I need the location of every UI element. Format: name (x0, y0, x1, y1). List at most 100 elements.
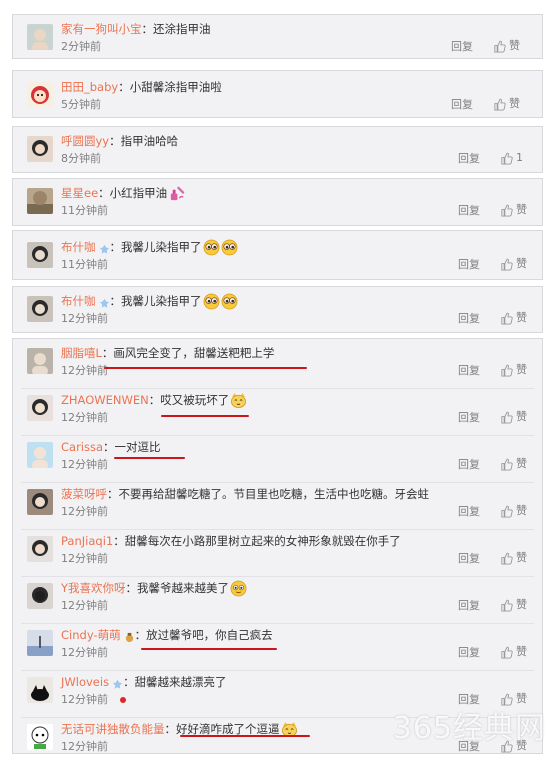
thumbs-up-icon (501, 505, 513, 518)
reply-button[interactable]: 回复 (458, 257, 480, 273)
like-count: 赞 (509, 39, 520, 52)
avatar[interactable] (27, 442, 53, 468)
timestamp: 12分钟前 (61, 411, 108, 424)
comment-line: 布什咖 ： 我馨儿染指甲了 (61, 292, 238, 310)
avatar[interactable] (27, 489, 53, 515)
comment-item: PanJiaqi1 ： 甜馨每次在小路那里树立起来的女神形象就毁在你手了 12分… (13, 527, 542, 577)
avatar[interactable] (27, 136, 53, 162)
thumbs-up-icon (501, 411, 513, 424)
highlight-underline (114, 457, 185, 459)
colon: ： (109, 294, 122, 308)
comment-line: Cindy-萌萌 ： 放过馨爷吧，你自己疯去 (61, 626, 273, 644)
comment-line: Y我喜欢你呀 ： 我馨爷越来越美了 (61, 579, 247, 597)
username-link[interactable]: JWloveis (61, 673, 109, 691)
comment-text: 画风完全变了，甜馨送粑粑上学 (113, 346, 275, 360)
username-link[interactable]: 无话可讲独散负能量 (61, 720, 165, 738)
comment-item: 呼圆圆yy ： 指甲油哈哈 8分钟前 回复 1 (13, 127, 542, 172)
comment-panel: 家有一狗叫小宝 ： 还涂指甲油 2分钟前 回复 赞 (12, 14, 543, 59)
username-link[interactable]: 胭脂嘻L (61, 344, 102, 362)
avatar[interactable] (27, 536, 53, 562)
reply-button[interactable]: 回复 (451, 39, 473, 55)
avatar[interactable] (27, 296, 53, 322)
like-button[interactable]: 赞 (500, 550, 527, 566)
reply-button[interactable]: 回复 (458, 504, 480, 520)
username-link[interactable]: ZHAOWENWEN (61, 391, 149, 409)
colon: ： (164, 722, 177, 736)
reply-button[interactable]: 回复 (458, 457, 480, 473)
comment-item: Y我喜欢你呀 ： 我馨爷越来越美了 12分钟前 回复 赞 (13, 574, 542, 624)
like-button[interactable]: 赞 (493, 96, 520, 112)
username-link[interactable]: 呼圆圆yy (61, 132, 109, 150)
comment-panel: 呼圆圆yy ： 指甲油哈哈 8分钟前 回复 1 (12, 126, 543, 173)
verified-icon (99, 244, 109, 254)
username-link[interactable]: Y我喜欢你呀 (61, 579, 126, 597)
reply-button[interactable]: 回复 (458, 363, 480, 379)
like-button[interactable]: 赞 (500, 503, 527, 519)
thumbs-up-icon (501, 552, 513, 565)
reply-button[interactable]: 回复 (458, 551, 480, 567)
username-link[interactable]: Carissa (61, 438, 103, 456)
user-badge-icon (99, 242, 110, 254)
timestamp: 8分钟前 (61, 152, 101, 165)
comment-text: 放过馨爷吧，你自己疯去 (146, 628, 273, 642)
reply-button[interactable]: 回复 (458, 203, 480, 219)
username-link[interactable]: 田田_baby (61, 78, 118, 96)
like-button[interactable]: 赞 (500, 456, 527, 472)
colon: ： (134, 628, 147, 642)
like-button[interactable]: 赞 (500, 310, 527, 326)
username-link[interactable]: 菠菜呀呼 (61, 485, 107, 503)
username-link[interactable]: 家有一狗叫小宝 (61, 20, 142, 38)
avatar[interactable] (27, 242, 53, 268)
thumbs-up-icon (494, 98, 506, 111)
like-button[interactable]: 赞 (493, 38, 520, 54)
timestamp: 11分钟前 (61, 204, 108, 217)
like-button[interactable]: 1 (500, 150, 523, 166)
like-button[interactable]: 赞 (500, 644, 527, 660)
username-link[interactable]: 布什咖 (61, 292, 96, 310)
username-link[interactable]: 布什咖 (61, 238, 96, 256)
like-button[interactable]: 赞 (500, 362, 527, 378)
verified-icon (112, 679, 123, 689)
colon: ： (101, 346, 114, 360)
avatar[interactable] (27, 188, 53, 214)
comment-panel: 胭脂嘻L ： 画风完全变了，甜馨送粑粑上学 12分钟前 回复 赞 ZHAOWEN… (12, 338, 543, 754)
avatar[interactable] (27, 82, 53, 108)
comment-panel: 星星ee ： 小红指甲油 11分钟前 回复 赞 (12, 178, 543, 226)
like-button[interactable]: 赞 (500, 597, 527, 613)
avatar[interactable] (27, 348, 53, 374)
emoji-icon (203, 239, 220, 256)
avatar[interactable] (27, 724, 53, 750)
reply-button[interactable]: 回复 (458, 598, 480, 614)
comment-text: 还涂指甲油 (153, 22, 211, 36)
timestamp: 12分钟前 (61, 364, 108, 377)
like-button[interactable]: 赞 (500, 409, 527, 425)
like-button[interactable]: 赞 (500, 202, 527, 218)
timestamp: 12分钟前 (61, 312, 108, 325)
reply-button[interactable]: 回复 (458, 645, 480, 661)
like-button[interactable]: 赞 (500, 256, 527, 272)
avatar[interactable] (27, 24, 53, 50)
comment-text: 我馨儿染指甲了 (121, 240, 202, 254)
reply-button[interactable]: 回复 (458, 151, 480, 167)
reply-button[interactable]: 回复 (458, 410, 480, 426)
comment-item: 家有一狗叫小宝 ： 还涂指甲油 2分钟前 回复 赞 (13, 15, 542, 58)
highlight-underline (180, 735, 310, 737)
colon: ： (123, 675, 135, 689)
avatar[interactable] (27, 630, 53, 656)
comment-line: 家有一狗叫小宝 ： 还涂指甲油 (61, 20, 211, 38)
like-count: 赞 (516, 410, 527, 423)
username-link[interactable]: PanJiaqi1 (61, 532, 113, 550)
comment-line: 呼圆圆yy ： 指甲油哈哈 (61, 132, 178, 150)
avatar[interactable] (27, 395, 53, 421)
timestamp: 12分钟前 (61, 505, 108, 518)
thumbs-up-icon (501, 152, 513, 165)
reply-button[interactable]: 回复 (458, 311, 480, 327)
timestamp: 5分钟前 (61, 98, 101, 111)
like-count: 赞 (516, 363, 527, 376)
like-count: 赞 (516, 504, 527, 517)
username-link[interactable]: 星星ee (61, 184, 98, 202)
avatar[interactable] (27, 583, 53, 609)
username-link[interactable]: Cindy-萌萌 (61, 626, 121, 644)
avatar[interactable] (27, 677, 53, 703)
reply-button[interactable]: 回复 (451, 97, 473, 113)
